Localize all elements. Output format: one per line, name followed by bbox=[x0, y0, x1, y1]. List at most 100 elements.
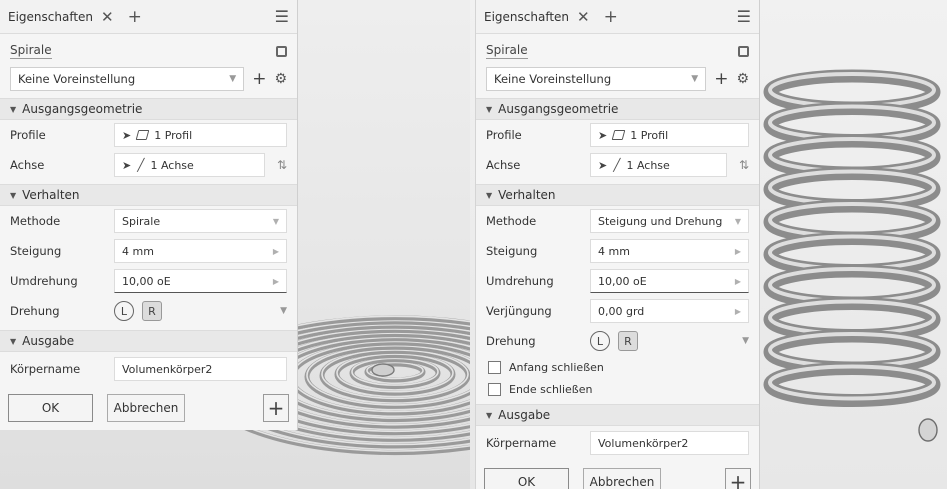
method-row: Methode Spirale ▼ bbox=[0, 206, 297, 236]
restore-icon[interactable] bbox=[738, 45, 749, 57]
cancel-button[interactable]: Abbrechen bbox=[107, 394, 185, 422]
cursor-icon: ➤ bbox=[122, 158, 132, 172]
cursor-icon: ➤ bbox=[598, 158, 608, 172]
collapse-icon: ▼ bbox=[10, 104, 17, 114]
close-end-label[interactable]: Ende schließen bbox=[509, 383, 592, 396]
section-input-geometry[interactable]: ▼ Ausgangsgeometrie bbox=[476, 98, 759, 120]
tab-eigenschaften[interactable]: Eigenschaften ✕ bbox=[8, 8, 114, 26]
body-name-input[interactable]: Volumenkörper2 bbox=[590, 431, 749, 455]
button-row: OK Abbrechen + bbox=[0, 388, 297, 428]
tab-eigenschaften[interactable]: Eigenschaften ✕ bbox=[484, 8, 590, 26]
chevron-right-icon[interactable]: ▶ bbox=[735, 247, 741, 256]
feature-name[interactable]: Spirale bbox=[486, 43, 528, 59]
chevron-down-icon: ▼ bbox=[691, 74, 699, 84]
body-name-label: Körpername bbox=[10, 362, 81, 376]
apply-button[interactable]: + bbox=[725, 468, 751, 489]
pitch-label: Steigung bbox=[486, 244, 538, 258]
rotate-counterclockwise-icon[interactable]: L bbox=[590, 331, 610, 351]
chevron-right-icon[interactable]: ▶ bbox=[273, 247, 279, 256]
flip-direction-icon[interactable]: ⇅ bbox=[265, 158, 287, 172]
add-tab-icon[interactable]: + bbox=[604, 7, 618, 27]
pitch-value: 4 mm bbox=[598, 244, 630, 258]
close-start-label[interactable]: Anfang schließen bbox=[509, 361, 604, 374]
apply-button[interactable]: + bbox=[263, 394, 289, 422]
method-select[interactable]: Spirale ▼ bbox=[114, 209, 287, 233]
panel-titlebar: Eigenschaften ✕ + ☰ bbox=[476, 0, 759, 34]
revolution-input[interactable]: 10,00 oE ▶ bbox=[590, 269, 749, 293]
axis-selector[interactable]: ➤ ╱ 1 Achse bbox=[590, 153, 727, 177]
properties-panel-left: Eigenschaften ✕ + ☰ Spirale Keine Vorein… bbox=[0, 0, 298, 430]
pitch-label: Steigung bbox=[10, 244, 62, 258]
restore-icon[interactable] bbox=[276, 45, 287, 57]
revolution-input[interactable]: 10,00 oE ▶ bbox=[114, 269, 287, 293]
add-tab-icon[interactable]: + bbox=[128, 7, 142, 27]
section-output[interactable]: ▼ Ausgabe bbox=[0, 330, 297, 352]
profile-row: Profile ➤ 1 Profil bbox=[476, 120, 759, 150]
chevron-right-icon[interactable]: ▶ bbox=[735, 307, 741, 316]
profile-icon bbox=[611, 130, 626, 140]
close-start-checkbox[interactable] bbox=[488, 360, 501, 374]
ok-button[interactable]: OK bbox=[484, 468, 569, 489]
preset-value: Keine Voreinstellung bbox=[494, 72, 612, 86]
preset-row: Keine Voreinstellung ▼ + ⚙ bbox=[476, 64, 759, 94]
menu-icon[interactable]: ☰ bbox=[275, 7, 289, 26]
collapse-icon: ▼ bbox=[486, 104, 493, 114]
gear-icon[interactable]: ⚙ bbox=[274, 71, 287, 87]
add-preset-button[interactable]: + bbox=[714, 69, 728, 89]
axis-selector[interactable]: ➤ ╱ 1 Achse bbox=[114, 153, 265, 177]
collapse-icon: ▼ bbox=[486, 410, 493, 420]
menu-icon[interactable]: ☰ bbox=[737, 7, 751, 26]
spiral-end-cap bbox=[371, 363, 395, 377]
body-name-value: Volumenkörper2 bbox=[598, 436, 689, 450]
close-end-row: Ende schließen bbox=[476, 378, 759, 400]
taper-value: 0,00 grd bbox=[598, 304, 645, 318]
pitch-value: 4 mm bbox=[122, 244, 154, 258]
section-behavior[interactable]: ▼ Verhalten bbox=[476, 184, 759, 206]
close-end-checkbox[interactable] bbox=[488, 382, 501, 396]
feature-row: Spirale bbox=[476, 38, 759, 64]
rotate-clockwise-icon[interactable]: R bbox=[142, 301, 162, 321]
chevron-down-icon[interactable]: ▼ bbox=[280, 306, 287, 316]
close-icon[interactable]: ✕ bbox=[101, 8, 114, 26]
flip-direction-icon[interactable]: ⇅ bbox=[727, 158, 749, 172]
chevron-right-icon[interactable]: ▶ bbox=[273, 277, 279, 286]
profile-value: 1 Profil bbox=[630, 128, 669, 142]
axis-value: 1 Achse bbox=[150, 158, 194, 172]
feature-name[interactable]: Spirale bbox=[10, 43, 52, 59]
add-preset-button[interactable]: + bbox=[252, 69, 266, 89]
pitch-input[interactable]: 4 mm ▶ bbox=[590, 239, 749, 263]
pitch-input[interactable]: 4 mm ▶ bbox=[114, 239, 287, 263]
collapse-icon: ▼ bbox=[486, 190, 493, 200]
chevron-right-icon[interactable]: ▶ bbox=[735, 277, 741, 286]
method-label: Methode bbox=[10, 214, 61, 228]
rotate-clockwise-icon[interactable]: R bbox=[618, 331, 638, 351]
axis-icon: ╱ bbox=[137, 158, 145, 172]
section-behavior[interactable]: ▼ Verhalten bbox=[0, 184, 297, 206]
taper-row: Verjüngung 0,00 grd ▶ bbox=[476, 296, 759, 326]
gear-icon[interactable]: ⚙ bbox=[736, 71, 749, 87]
taper-input[interactable]: 0,00 grd ▶ bbox=[590, 299, 749, 323]
rotation-label: Drehung bbox=[10, 304, 60, 318]
preset-value: Keine Voreinstellung bbox=[18, 72, 136, 86]
cancel-button[interactable]: Abbrechen bbox=[583, 468, 661, 489]
section-input-geometry[interactable]: ▼ Ausgangsgeometrie bbox=[0, 98, 297, 120]
panel-titlebar: Eigenschaften ✕ + ☰ bbox=[0, 0, 297, 34]
preset-select[interactable]: Keine Voreinstellung ▼ bbox=[10, 67, 245, 91]
ok-button[interactable]: OK bbox=[8, 394, 93, 422]
section-output[interactable]: ▼ Ausgabe bbox=[476, 404, 759, 426]
chevron-down-icon[interactable]: ▼ bbox=[742, 336, 749, 346]
revolution-value: 10,00 oE bbox=[598, 274, 647, 288]
method-select[interactable]: Steigung und Drehung ▼ bbox=[590, 209, 749, 233]
profile-selector[interactable]: ➤ 1 Profil bbox=[590, 123, 749, 147]
rotate-counterclockwise-icon[interactable]: L bbox=[114, 301, 134, 321]
profile-selector[interactable]: ➤ 1 Profil bbox=[114, 123, 287, 147]
preset-select[interactable]: Keine Voreinstellung ▼ bbox=[486, 67, 707, 91]
method-value: Steigung und Drehung bbox=[598, 214, 723, 228]
revolution-row: Umdrehung 10,00 oE ▶ bbox=[0, 266, 297, 296]
profile-label: Profile bbox=[10, 128, 46, 142]
section-title: Ausgabe bbox=[22, 334, 75, 348]
body-name-input[interactable]: Volumenkörper2 bbox=[114, 357, 287, 381]
close-icon[interactable]: ✕ bbox=[577, 8, 590, 26]
axis-row: Achse ➤ ╱ 1 Achse ⇅ bbox=[476, 150, 759, 180]
chevron-down-icon: ▼ bbox=[734, 216, 741, 226]
